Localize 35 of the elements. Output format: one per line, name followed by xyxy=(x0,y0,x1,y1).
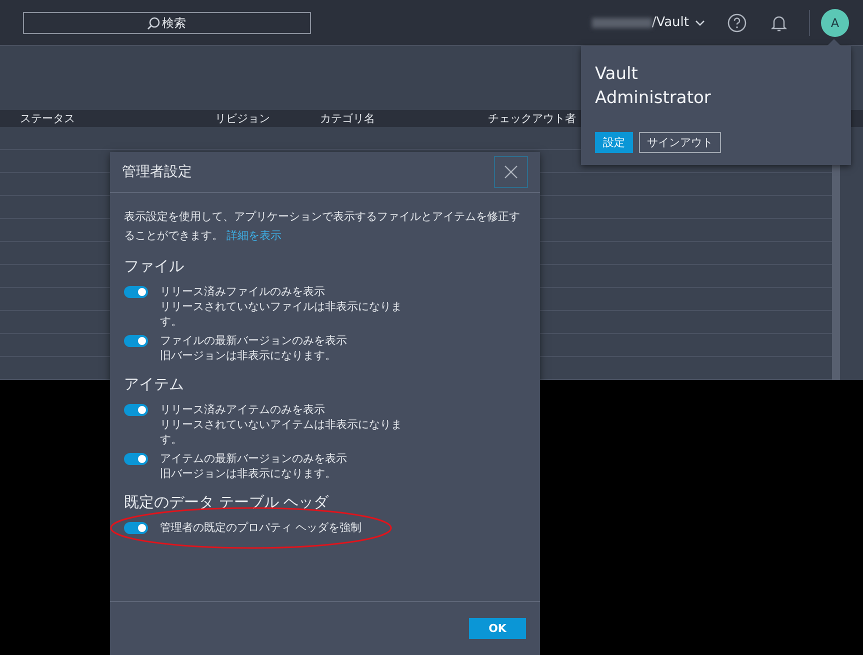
toggle-switch[interactable] xyxy=(124,453,148,465)
option-label: リリース済みファイルのみを表示 xyxy=(160,284,326,299)
option-description: リリースされていないアイテムは非表示になります。 xyxy=(160,417,403,447)
intro-text: 表示設定を使用して、アプリケーションで表示するファイルとアイテムを修正することができます。 詳細を表示 xyxy=(124,209,521,244)
option-description: 旧バージョンは非表示になります。 xyxy=(160,466,337,481)
column-header: チェックアウト者 xyxy=(488,110,577,126)
option-label: アイテムの最新バージョンのみを表示 xyxy=(160,451,348,466)
user-name: Vault Administrator xyxy=(595,63,712,110)
option-label: 管理者の既定のプロパティ ヘッダを強制 xyxy=(160,520,362,535)
option-description: 旧バージョンは非表示になります。 xyxy=(160,348,337,363)
option-description: リリースされていないファイルは非表示になります。 xyxy=(160,299,403,329)
toggle-switch[interactable] xyxy=(124,404,148,416)
help-icon[interactable] xyxy=(727,12,747,32)
user-avatar[interactable]: A xyxy=(821,8,849,36)
tenant-selector[interactable]: /Vault xyxy=(592,15,705,30)
close-button[interactable] xyxy=(494,156,528,188)
toggle-switch[interactable] xyxy=(124,286,148,298)
search-icon xyxy=(147,16,160,30)
details-link[interactable]: 詳細を表示 xyxy=(226,229,282,242)
menu-button[interactable]: サインアウト xyxy=(639,132,721,153)
column-header: リビジョン xyxy=(215,110,271,126)
menu-button[interactable]: 設定 xyxy=(595,132,633,153)
toggle-switch[interactable] xyxy=(124,522,148,534)
search-field[interactable]: 検索 xyxy=(23,12,311,34)
dialog-title: 管理者設定 xyxy=(122,163,192,181)
option-label: ファイルの最新バージョンのみを表示 xyxy=(160,333,348,348)
ok-button[interactable]: OK xyxy=(469,618,526,638)
option-label: リリース済みアイテムのみを表示 xyxy=(160,402,326,417)
column-header: ステータス xyxy=(20,110,76,126)
caret-icon xyxy=(695,18,705,26)
section-heading: アイテム xyxy=(124,375,185,394)
close-icon xyxy=(504,165,518,179)
toggle-switch[interactable] xyxy=(124,335,148,347)
column-header: カテゴリ名 xyxy=(320,110,376,126)
section-heading: ファイル xyxy=(124,257,185,276)
